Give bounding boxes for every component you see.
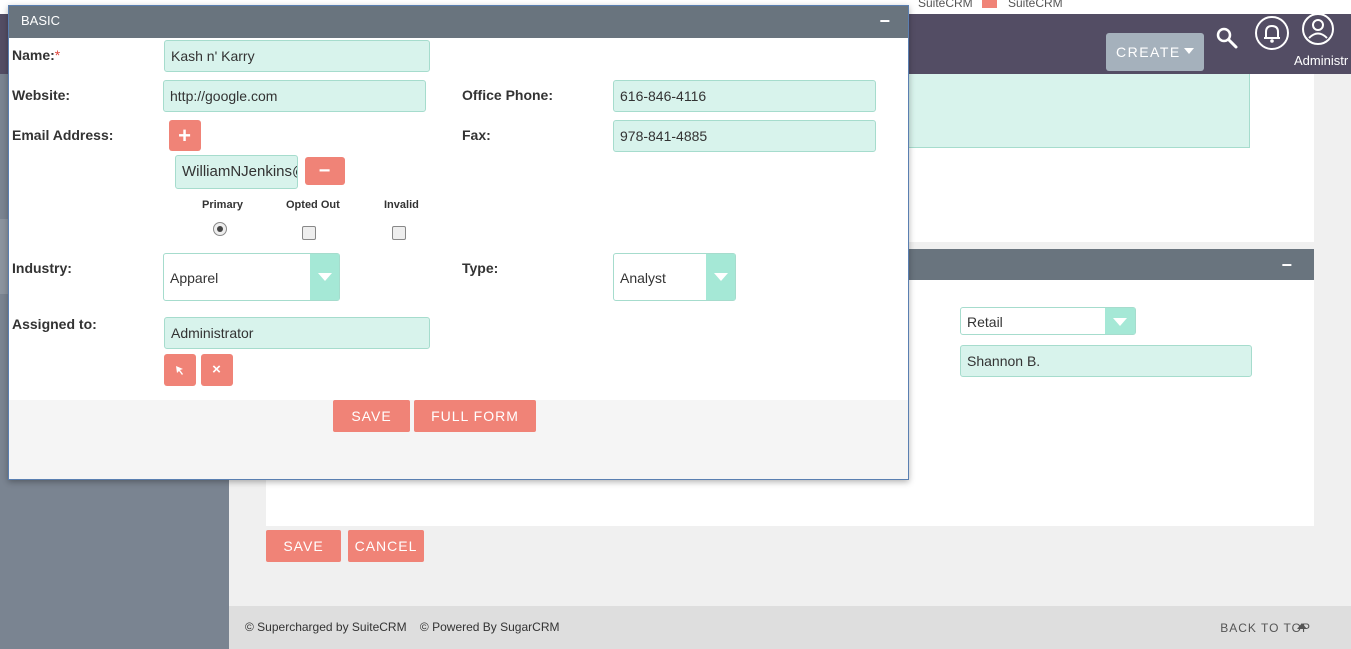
- radio-selected-dot: [217, 226, 223, 232]
- industry-select-value: Apparel: [170, 270, 219, 286]
- notifications-bell-icon[interactable]: [1253, 14, 1291, 54]
- caret-down-icon: [318, 273, 332, 281]
- quick-create-modal: BASIC − Name:* Kash n' Karry Website: ht…: [8, 5, 909, 480]
- office-phone-label: Office Phone:: [462, 87, 554, 103]
- footer: © Supercharged by SuiteCRM © Powered By …: [229, 606, 1351, 649]
- modal-header[interactable]: BASIC −: [9, 6, 908, 38]
- search-icon[interactable]: [1215, 26, 1239, 50]
- select-arrow: [310, 254, 339, 300]
- type-select[interactable]: Analyst: [613, 253, 736, 301]
- caret-down-icon: [714, 273, 728, 281]
- type-label: Type:: [462, 260, 499, 276]
- section-title: BASIC: [21, 13, 61, 28]
- office-phone-input[interactable]: 616-846-4116: [613, 80, 876, 112]
- email-label: Email Address:: [12, 127, 114, 143]
- type-select[interactable]: Retail: [960, 307, 1136, 335]
- browser-tab-label[interactable]: SuiteCRM: [918, 0, 973, 10]
- add-email-button[interactable]: +: [169, 120, 201, 151]
- invalid-flag-label: Invalid: [384, 199, 419, 211]
- caret-down-icon: [1184, 48, 1194, 54]
- opted-out-flag-label: Opted Out: [286, 199, 340, 211]
- collapse-icon[interactable]: −: [1281, 255, 1292, 276]
- required-marker: *: [54, 47, 61, 63]
- primary-radio[interactable]: [213, 222, 227, 236]
- email-input[interactable]: WilliamNJenkins@: [175, 155, 298, 189]
- save-button[interactable]: SAVE: [333, 400, 410, 432]
- website-input[interactable]: http://google.com: [163, 80, 426, 112]
- save-button[interactable]: SAVE: [266, 530, 341, 562]
- select-arrow: [1105, 308, 1135, 334]
- user-name[interactable]: Administr: [1294, 53, 1348, 68]
- industry-select[interactable]: Apparel: [163, 253, 340, 301]
- primary-flag-label: Primary: [202, 199, 243, 211]
- name-label-text: Name:: [12, 47, 55, 63]
- suitecrm-favicon-icon: [982, 0, 997, 8]
- footer-credits[interactable]: © Supercharged by SuiteCRM © Powered By …: [245, 620, 559, 634]
- user-avatar-icon[interactable]: [1300, 11, 1336, 47]
- assigned-to-label: Assigned to:: [12, 316, 97, 332]
- description-textarea[interactable]: [900, 74, 1250, 148]
- opted-out-checkbox[interactable]: [302, 226, 316, 240]
- assigned-user-input[interactable]: Shannon B.: [960, 345, 1252, 377]
- select-user-button[interactable]: [164, 354, 196, 386]
- create-button[interactable]: CREATE: [1106, 33, 1204, 71]
- modal-body: Name:* Kash n' Karry Website: http://goo…: [9, 38, 908, 400]
- invalid-checkbox[interactable]: [392, 226, 406, 240]
- cursor-arrow-icon: [176, 366, 183, 375]
- fax-label: Fax:: [462, 127, 491, 143]
- arrow-up-icon: [1297, 623, 1307, 629]
- browser-tab-label[interactable]: SuiteCRM: [1008, 0, 1063, 10]
- caret-down-icon: [1113, 318, 1127, 326]
- assigned-to-input[interactable]: Administrator: [164, 317, 430, 349]
- name-label: Name:*: [12, 47, 60, 63]
- modal-footer: SAVE FULL FORM: [9, 400, 908, 479]
- remove-email-button[interactable]: −: [305, 157, 345, 185]
- create-button-label: CREATE: [1116, 44, 1181, 60]
- website-label: Website:: [12, 87, 71, 103]
- fax-input[interactable]: 978-841-4885: [613, 120, 876, 152]
- industry-label: Industry:: [12, 260, 72, 276]
- full-form-button[interactable]: FULL FORM: [414, 400, 536, 432]
- type-select-value: Retail: [967, 314, 1003, 330]
- cancel-button[interactable]: CANCEL: [348, 530, 424, 562]
- collapse-icon[interactable]: −: [879, 11, 890, 32]
- type-select-value: Analyst: [620, 270, 666, 286]
- clear-user-button[interactable]: ×: [201, 354, 233, 386]
- name-input[interactable]: Kash n' Karry: [164, 40, 430, 72]
- select-arrow: [706, 254, 735, 300]
